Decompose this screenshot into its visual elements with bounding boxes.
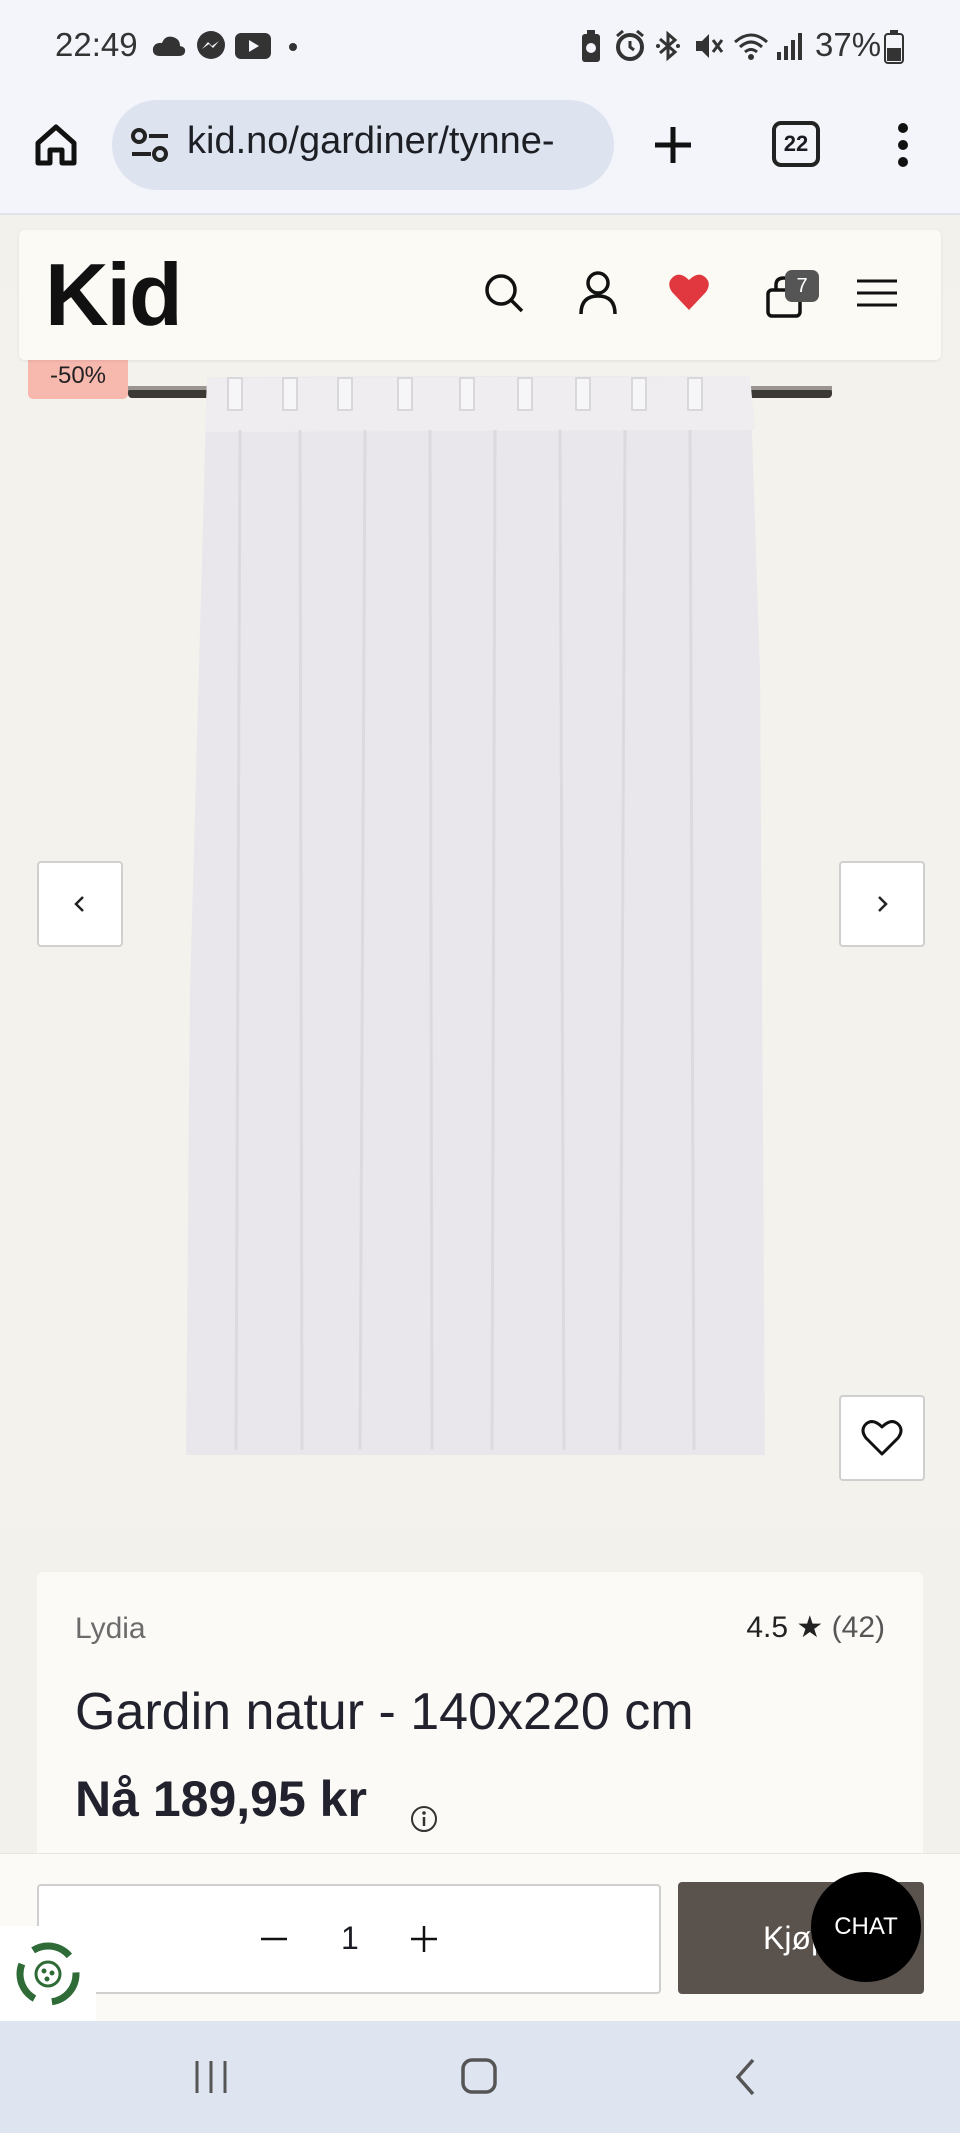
quantity-value[interactable]: 1 [341,1920,359,1957]
chevron-left-icon [74,896,84,912]
youtube-icon [235,33,271,59]
recent-apps-icon[interactable] [193,2059,229,2095]
product-image [0,290,960,1530]
product-title: Gardin natur - 140x220 cm [75,1683,694,1741]
heart-outline-icon [861,1420,903,1456]
rating-count: (42) [831,1611,885,1644]
wifi-icon [734,33,768,60]
bluetooth-icon [656,30,680,62]
cloud-icon [152,36,186,56]
status-time: 22:49 [55,26,138,63]
chevron-right-icon [878,896,888,912]
recycle-icon [16,1942,80,2006]
previous-image-button[interactable] [37,861,123,947]
home-nav-icon[interactable] [460,2057,498,2095]
more-menu-icon[interactable] [895,122,911,168]
alarm-icon [616,30,644,61]
plus-icon[interactable] [409,1924,439,1954]
new-tab-icon[interactable] [652,124,694,166]
next-image-button[interactable] [839,861,925,947]
android-navigation-bar [0,2021,960,2133]
tab-switcher-button[interactable]: 22 [772,121,820,167]
product-rating[interactable]: 4.5 ★ (42) [746,1610,885,1645]
product-price: Nå 189,95 kr [75,1770,367,1828]
product-info-card: Lydia 4.5 ★ (42) Gardin natur - 140x220 … [37,1572,923,1872]
product-brand[interactable]: Lydia [75,1612,146,1646]
chat-button[interactable]: CHAT [811,1872,921,1982]
back-nav-icon[interactable] [733,2057,759,2097]
product-image-gallery [0,290,960,1530]
hamburger-menu-icon[interactable] [855,278,899,308]
info-icon[interactable] [409,1804,439,1834]
dot-icon [289,43,297,51]
kid-logo[interactable]: Kid [45,244,183,346]
cart-count-badge: 7 [785,270,819,302]
messenger-icon [197,31,225,59]
eco-badge[interactable] [0,1926,96,2022]
quantity-stepper: 1 [37,1884,661,1994]
battery-icon [884,30,904,64]
favorites-heart-icon[interactable] [667,272,711,312]
status-bar: 22:49 37% [0,0,960,96]
battery-saver-icon [582,30,600,62]
home-icon[interactable] [33,122,79,168]
signal-icon [777,33,802,60]
price-prefix: Nå [75,1771,139,1827]
url-text[interactable]: kid.no/gardiner/tynne- [187,120,607,163]
address-bar[interactable]: kid.no/gardiner/tynne- [112,100,614,190]
battery-percent: 37% [815,26,882,63]
search-icon[interactable] [483,272,525,314]
minus-icon[interactable] [259,1927,289,1951]
rating-value: 4.5 [746,1611,789,1644]
account-icon[interactable] [577,270,619,316]
price-value: 189,95 kr [152,1771,367,1827]
star-icon: ★ [796,1611,824,1644]
site-header: Kid 7 [19,230,941,360]
mute-icon [696,34,724,58]
site-settings-icon[interactable] [130,126,170,164]
add-to-wishlist-button[interactable] [839,1395,925,1481]
browser-toolbar: kid.no/gardiner/tynne- 22 [0,96,960,215]
